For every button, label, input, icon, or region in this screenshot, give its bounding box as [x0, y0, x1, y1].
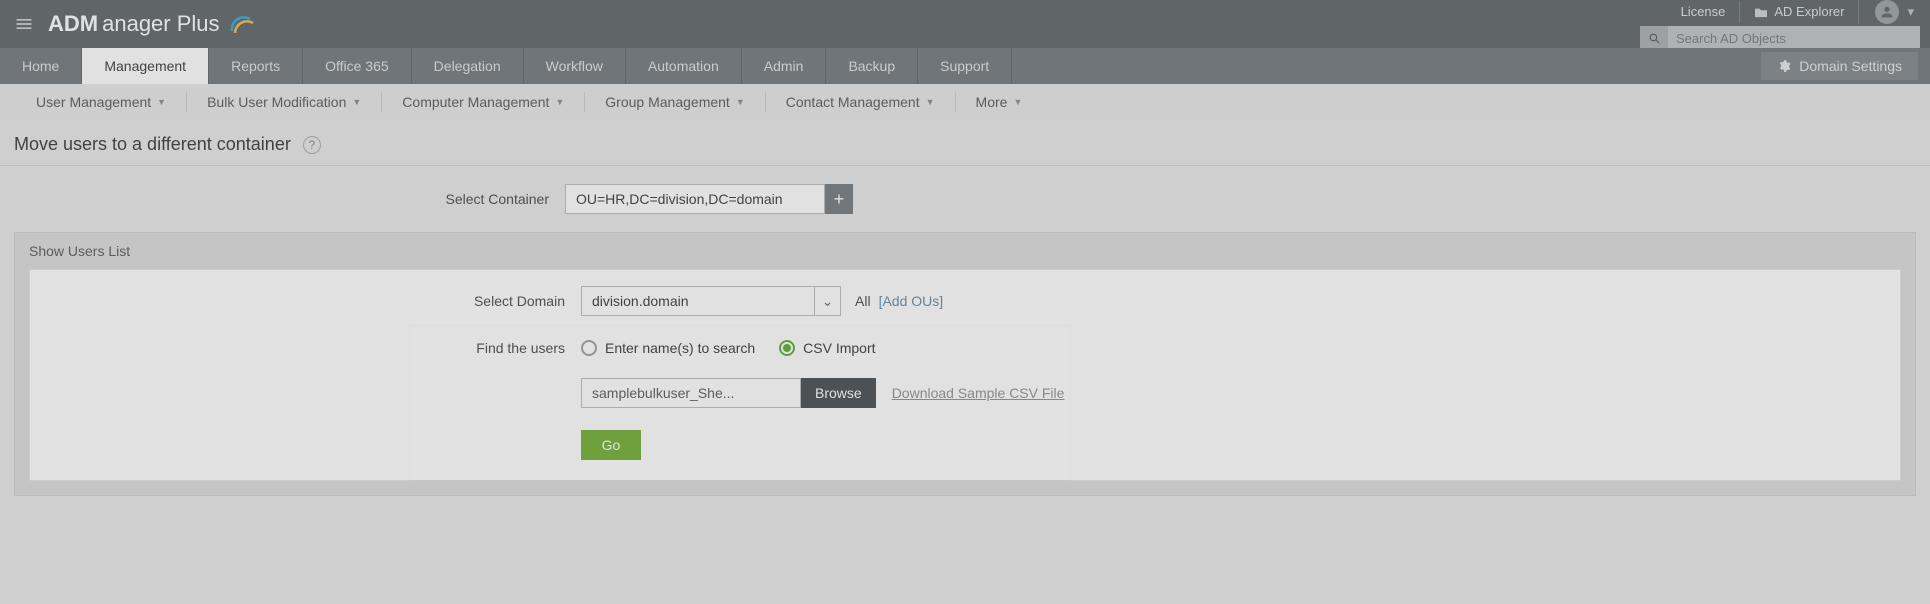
chevron-down-icon: ▼: [157, 97, 166, 107]
ad-explorer-label: AD Explorer: [1774, 1, 1844, 23]
app-logo: ADManager Plus: [48, 11, 254, 37]
subtab-bulk-user[interactable]: Bulk User Modification ▼: [187, 92, 382, 112]
go-button[interactable]: Go: [581, 430, 641, 460]
brand-bold: ADM: [48, 11, 98, 37]
radio-search-label[interactable]: Enter name(s) to search: [605, 340, 755, 356]
sub-tabs: User Management ▼ Bulk User Modification ▼…: [0, 84, 1930, 120]
find-users-block: Find the users Enter name(s) to search C…: [410, 326, 1070, 480]
hamburger-icon: [14, 14, 34, 34]
find-label: Find the users: [430, 340, 565, 356]
add-ous-link[interactable]: [Add OUs]: [879, 293, 944, 309]
menu-toggle-button[interactable]: [0, 14, 48, 34]
tab-support[interactable]: Support: [918, 48, 1012, 84]
radio-csv-label[interactable]: CSV Import: [803, 340, 875, 356]
subtab-group-management[interactable]: Group Management ▼: [585, 92, 765, 112]
panel-title: Show Users List: [15, 233, 1915, 269]
subtab-user-management[interactable]: User Management ▼: [16, 92, 187, 112]
tab-management[interactable]: Management: [82, 48, 209, 84]
subtab-label: User Management: [36, 94, 151, 110]
subtab-contact-management[interactable]: Contact Management ▼: [766, 92, 956, 112]
subtab-label: Contact Management: [786, 94, 920, 110]
all-label: All: [855, 293, 871, 309]
download-sample-link[interactable]: Download Sample CSV File: [892, 385, 1065, 401]
find-row: Find the users Enter name(s) to search C…: [430, 340, 1070, 356]
radio-search[interactable]: [581, 340, 597, 356]
domain-row: Select Domain division.domain ⌄ All [Add…: [430, 270, 1900, 326]
chevron-down-icon: ▼: [736, 97, 745, 107]
tab-admin[interactable]: Admin: [742, 48, 827, 84]
help-icon[interactable]: ?: [303, 136, 321, 154]
tab-delegation[interactable]: Delegation: [412, 48, 524, 84]
page-header: Move users to a different container ?: [0, 120, 1930, 166]
subtab-label: Group Management: [605, 94, 730, 110]
chevron-down-icon: ⌄: [814, 287, 840, 315]
brand-rest: anager Plus: [102, 11, 219, 37]
person-icon: [1879, 4, 1895, 20]
content-area: Select Container OU=HR,DC=division,DC=do…: [0, 166, 1930, 496]
gear-icon: [1777, 59, 1791, 73]
page-title: Move users to a different container: [14, 134, 291, 155]
logo-swoosh-icon: [228, 11, 254, 37]
csv-file-input[interactable]: samplebulkuser_She...: [581, 378, 801, 408]
container-input[interactable]: OU=HR,DC=division,DC=domain: [565, 184, 825, 214]
domain-settings-label: Domain Settings: [1799, 58, 1902, 74]
chevron-down-icon: ▼: [926, 97, 935, 107]
chevron-down-icon: ▾: [1907, 1, 1914, 23]
chevron-down-icon: ▼: [352, 97, 361, 107]
tab-automation[interactable]: Automation: [626, 48, 742, 84]
subtab-label: Computer Management: [402, 94, 549, 110]
topbar: ADManager Plus License AD Explorer ▾: [0, 0, 1930, 48]
domain-settings-button[interactable]: Domain Settings: [1761, 52, 1918, 80]
domain-value: division.domain: [582, 293, 814, 309]
subtab-label: Bulk User Modification: [207, 94, 346, 110]
container-label: Select Container: [414, 191, 549, 207]
chevron-down-icon: ▼: [1013, 97, 1022, 107]
subtab-more[interactable]: More ▼: [956, 92, 1043, 112]
add-container-button[interactable]: +: [825, 184, 853, 214]
tab-home[interactable]: Home: [0, 48, 82, 84]
ad-explorer-link[interactable]: AD Explorer: [1739, 1, 1858, 23]
main-tabs: Home Management Reports Office 365 Deleg…: [0, 48, 1930, 84]
panel-body: Select Domain division.domain ⌄ All [Add…: [29, 269, 1901, 481]
tab-reports[interactable]: Reports: [209, 48, 303, 84]
global-search[interactable]: [1640, 26, 1920, 50]
chevron-down-icon: ▼: [555, 97, 564, 107]
subtab-label: More: [976, 94, 1008, 110]
file-row: samplebulkuser_She... Browse Download Sa…: [581, 378, 1070, 408]
user-menu[interactable]: ▾: [1858, 0, 1920, 24]
domain-label: Select Domain: [430, 293, 565, 309]
user-avatar-icon: [1875, 0, 1899, 24]
container-row: Select Container OU=HR,DC=division,DC=do…: [414, 184, 1916, 214]
browse-button[interactable]: Browse: [801, 378, 876, 408]
tab-backup[interactable]: Backup: [826, 48, 918, 84]
users-panel: Show Users List Select Domain division.d…: [14, 232, 1916, 496]
search-icon: [1648, 32, 1661, 45]
ou-group: All [Add OUs]: [855, 293, 943, 309]
top-right-bar: License AD Explorer ▾: [1667, 0, 1920, 24]
domain-select[interactable]: division.domain ⌄: [581, 286, 841, 316]
radio-csv[interactable]: [779, 340, 795, 356]
subtab-computer-management[interactable]: Computer Management ▼: [382, 92, 585, 112]
tab-workflow[interactable]: Workflow: [524, 48, 626, 84]
search-input[interactable]: [1668, 31, 1920, 46]
folder-icon: [1754, 6, 1768, 18]
search-icon-wrap[interactable]: [1640, 26, 1668, 50]
tab-office365[interactable]: Office 365: [303, 48, 412, 84]
license-link[interactable]: License: [1667, 1, 1740, 23]
